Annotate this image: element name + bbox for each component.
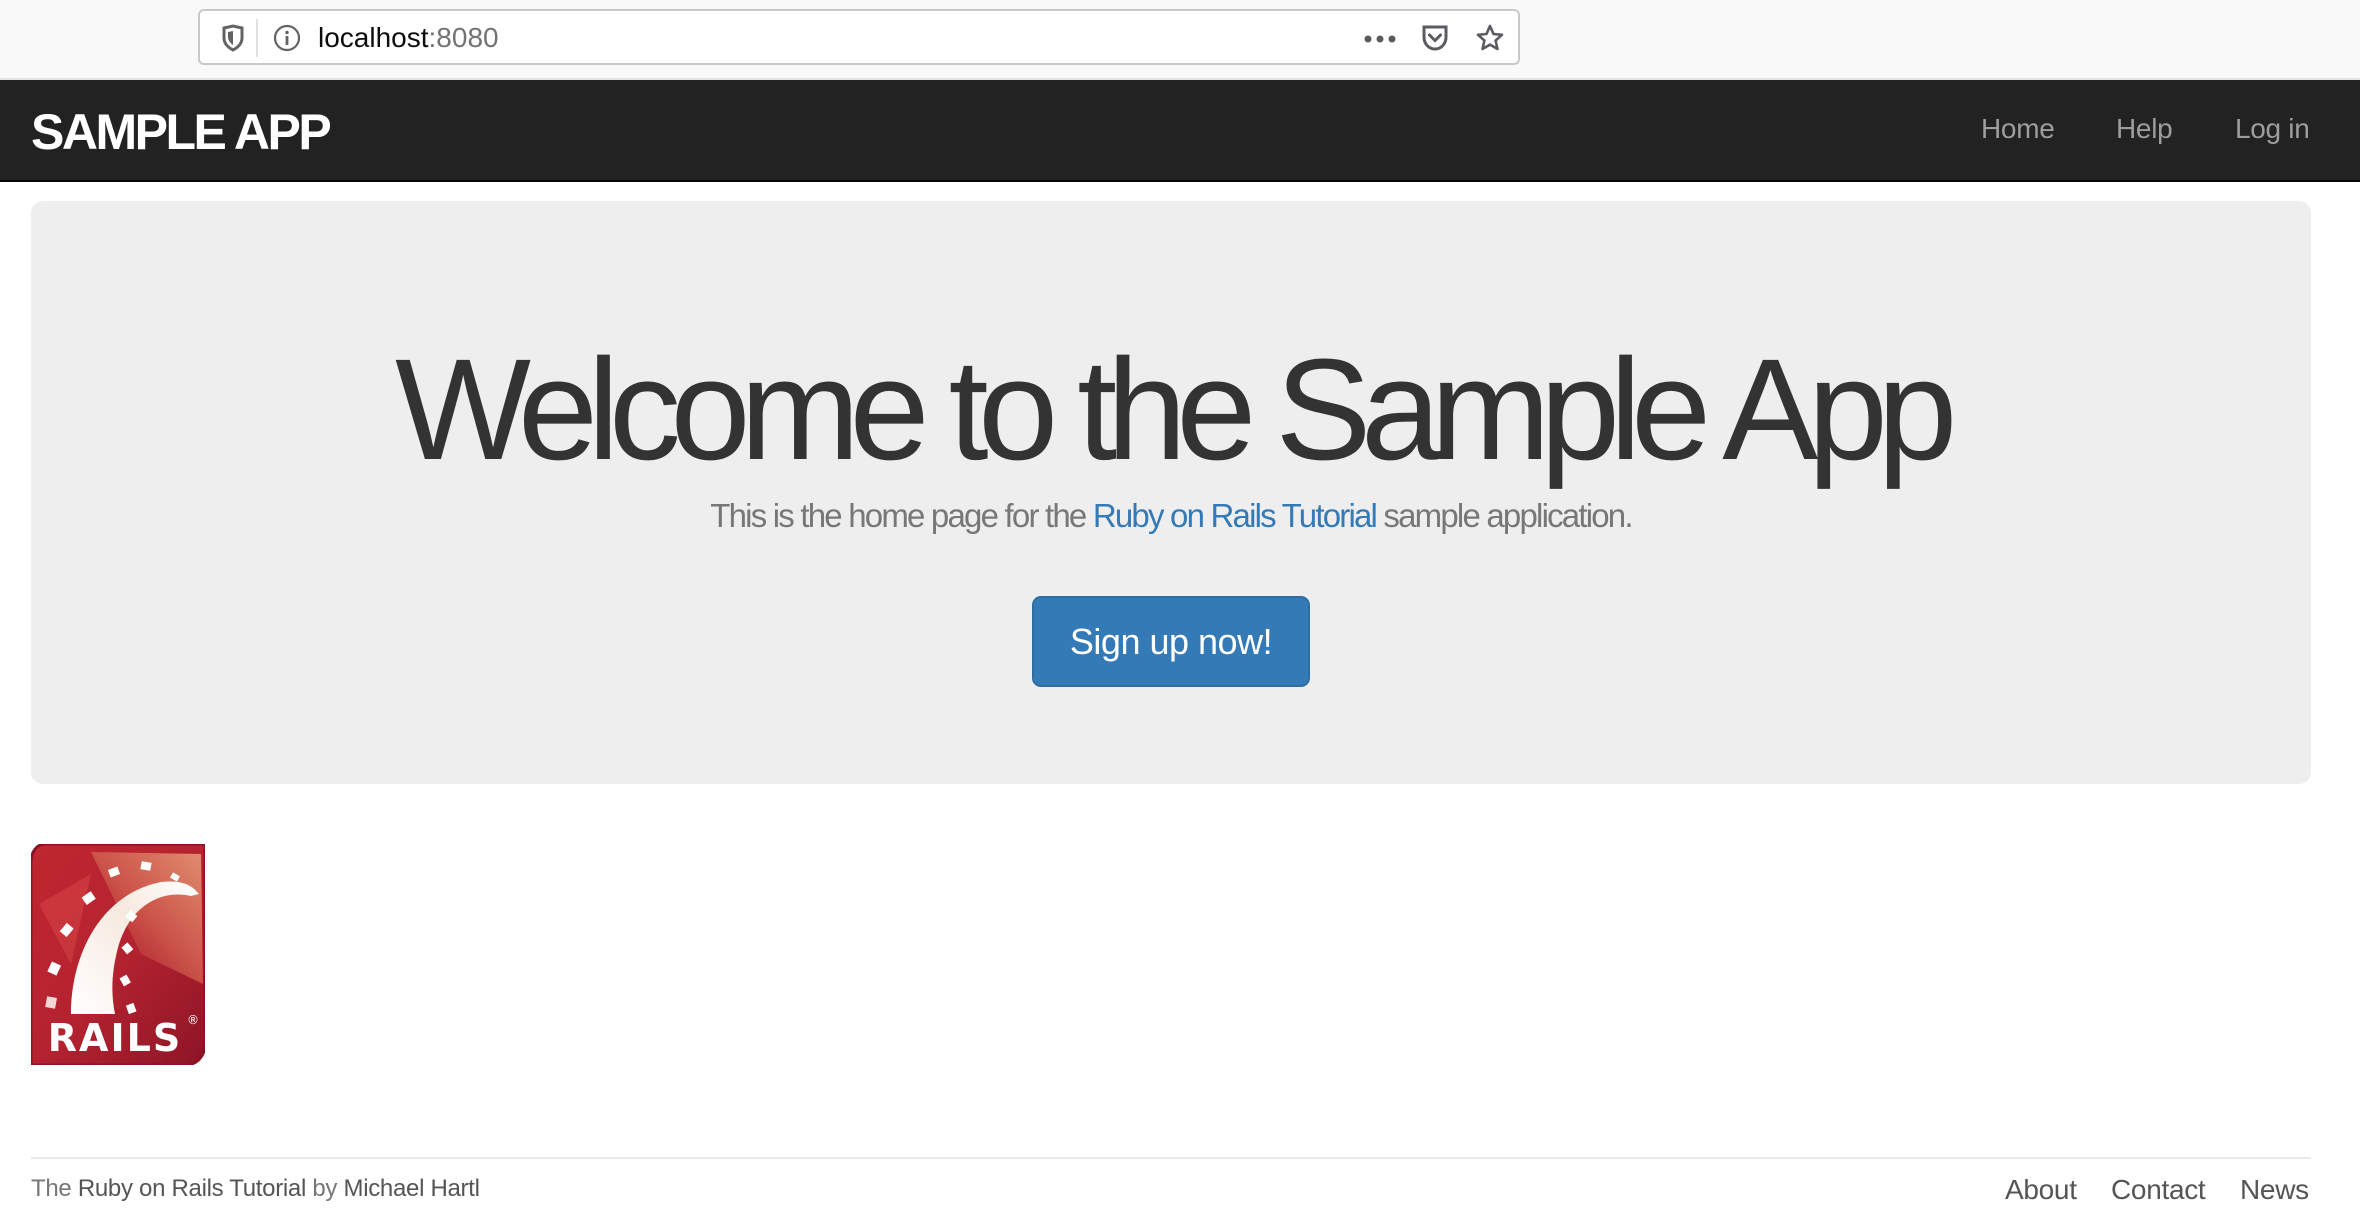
url-bar-divider — [256, 19, 258, 57]
rails-logo-text: RAILS — [48, 1016, 182, 1060]
page-title: Welcome to the Sample App — [395, 329, 1957, 490]
signup-button[interactable]: Sign up now! — [1032, 596, 1310, 687]
shield-icon[interactable] — [218, 23, 248, 53]
nav-login-link[interactable]: Log in — [2235, 112, 2310, 146]
url-bar[interactable]: localhost:8080 — [198, 9, 1520, 65]
footer-author-link[interactable]: Michael Hartl — [344, 1175, 480, 1202]
subtitle-suffix: sample application. — [1376, 497, 1633, 534]
footer-credit: The Ruby on Rails Tutorial by Michael Ha… — [31, 1174, 480, 1204]
subtitle-prefix: This is the home page for the — [710, 497, 1093, 534]
tutorial-link[interactable]: Ruby on Rails Tutorial — [1093, 497, 1378, 534]
footer-about-link[interactable]: About — [2005, 1173, 2077, 1207]
pocket-icon[interactable] — [1420, 23, 1450, 53]
nav-home-link[interactable]: Home — [1981, 112, 2055, 146]
footer-prefix: The — [31, 1175, 78, 1202]
app-logo[interactable]: SAMPLE APP — [31, 104, 332, 160]
footer-tutorial-link[interactable]: Ruby on Rails Tutorial — [78, 1175, 306, 1202]
url-text[interactable]: localhost:8080 — [318, 22, 499, 54]
footer: The Ruby on Rails Tutorial by Michael Ha… — [31, 1157, 2311, 1226]
info-icon[interactable] — [272, 23, 302, 53]
star-icon[interactable] — [1475, 23, 1505, 53]
footer-contact-link[interactable]: Contact — [2111, 1173, 2206, 1207]
jumbotron: Welcome to the Sample App This is the ho… — [31, 201, 2311, 784]
nav-help-link[interactable]: Help — [2116, 112, 2173, 146]
rails-trademark: ® — [187, 1013, 199, 1027]
footer-news-link[interactable]: News — [2240, 1173, 2309, 1207]
more-icon[interactable] — [1363, 24, 1397, 54]
url-port: :8080 — [428, 22, 499, 53]
navbar: SAMPLE APP Home Help Log in — [0, 80, 2360, 182]
page-subtitle: This is the home page for the Ruby on Ra… — [31, 496, 2311, 536]
browser-toolbar: localhost:8080 — [0, 0, 2360, 80]
footer-by: by — [306, 1175, 344, 1202]
rails-logo[interactable]: RAILS ® — [31, 844, 205, 1065]
url-host: localhost — [318, 22, 429, 53]
